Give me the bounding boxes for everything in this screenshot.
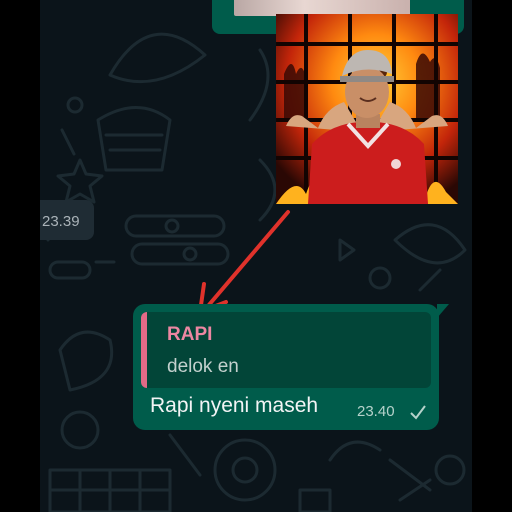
quoted-message[interactable]: RAPI delok en [141, 312, 431, 388]
quoted-text: delok en [167, 356, 239, 377]
message-time: 23.40 [357, 403, 395, 420]
incoming-message[interactable]: 23.39 [40, 200, 94, 240]
outgoing-reply-message[interactable]: RAPI delok en Rapi nyeni maseh 23.40 [133, 304, 449, 430]
screen: 23.39 RAPI delok en Rapi nyeni maseh 23.… [0, 0, 512, 512]
message-time: 23.39 [42, 213, 80, 230]
bubble-tail [437, 304, 449, 318]
sticker-image[interactable] [276, 14, 458, 204]
quoted-author: RAPI [167, 324, 213, 345]
sticker-art [276, 14, 458, 204]
single-check-icon [410, 405, 426, 420]
quote-accent-bar [141, 312, 147, 388]
message-text: Rapi nyeni maseh [150, 394, 319, 417]
chat-area[interactable]: 23.39 RAPI delok en Rapi nyeni maseh 23.… [40, 0, 472, 512]
